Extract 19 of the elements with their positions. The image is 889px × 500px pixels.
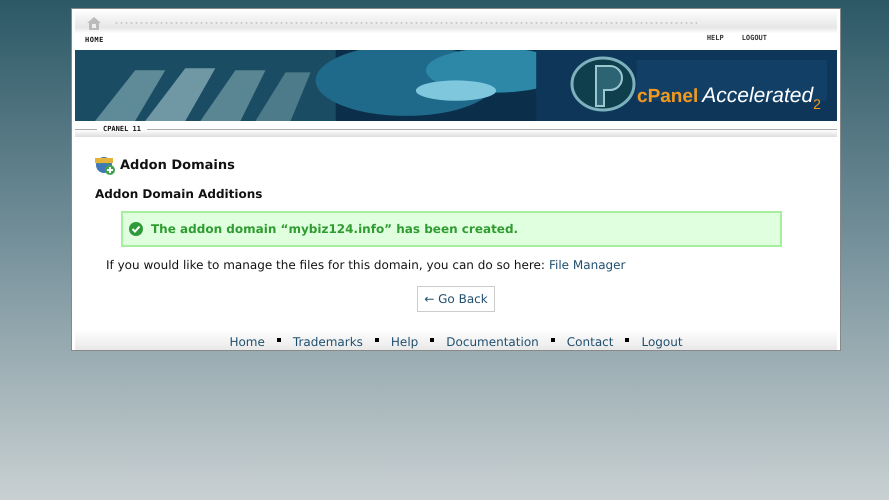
page-title: Addon Domains <box>120 158 235 172</box>
logo-brand: cPanel <box>637 86 698 108</box>
home-icon[interactable] <box>87 17 101 30</box>
footer-link[interactable]: Logout <box>641 335 683 349</box>
logo-icon <box>570 56 636 112</box>
success-message: The addon domain “mybiz124.info” has been created. <box>151 222 518 236</box>
check-icon <box>129 222 143 236</box>
footer-link[interactable]: Contact <box>566 335 614 349</box>
file-manager-link[interactable]: File Manager <box>548 258 626 272</box>
logo-word: Accelerated <box>702 84 814 107</box>
logo-sub: 2 <box>813 96 821 112</box>
info-text: If you would like to manage the files for this domain, you can do so here: <box>106 258 545 272</box>
footer-link[interactable]: Trademarks <box>292 335 363 349</box>
footer-link[interactable]: Home <box>229 335 265 349</box>
footer-link[interactable]: Documentation <box>446 335 539 349</box>
section-title: Addon Domain Additions <box>95 187 264 201</box>
globe-icon <box>95 155 115 175</box>
go-back-button[interactable]: ← Go Back <box>417 286 495 312</box>
footer-link[interactable]: Help <box>390 335 418 349</box>
